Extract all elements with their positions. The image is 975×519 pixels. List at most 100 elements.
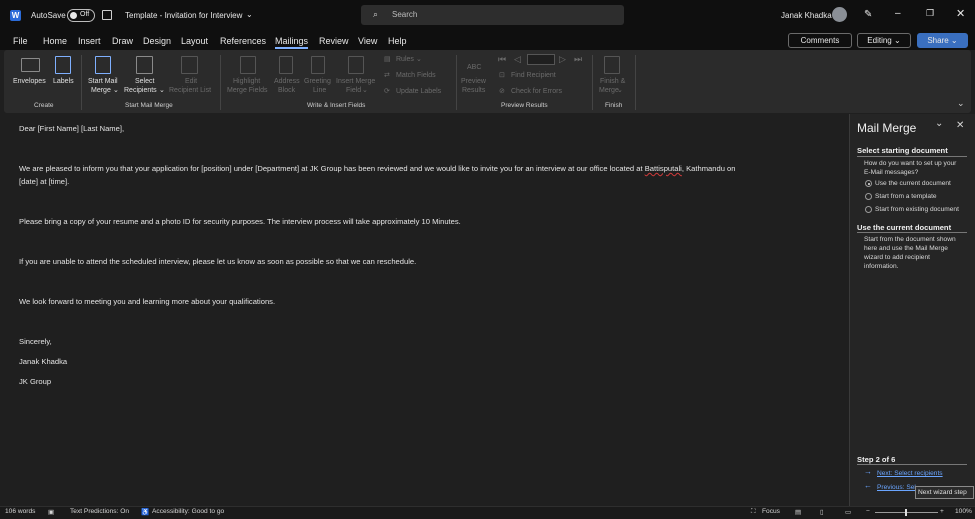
update-labels-button[interactable]: Update Labels (396, 88, 441, 95)
start-mail-merge-chevron-icon: ⌄ (113, 87, 119, 94)
previous-arrow-icon: ← (864, 481, 872, 490)
web-layout-icon[interactable]: ▭ (845, 508, 851, 516)
record-number-input[interactable] (527, 54, 555, 65)
heading-underline (857, 464, 967, 465)
address-block-button[interactable]: Address (274, 77, 300, 86)
misspelled-word[interactable]: Battisputali (645, 164, 682, 173)
edit-recipient-list-button[interactable]: Edit (185, 77, 197, 86)
zoom-in-icon[interactable]: + (940, 508, 944, 515)
editing-button[interactable]: Editing ⌄ (857, 33, 911, 48)
start-mail-merge-button-line2: Merge (91, 87, 111, 94)
paragraph-reschedule[interactable]: If you are unable to attend the schedule… (19, 257, 416, 266)
insert-merge-field-chevron-icon: ⌄ (362, 87, 368, 94)
tab-help[interactable]: Help (388, 36, 407, 46)
tab-draw[interactable]: Draw (112, 36, 133, 46)
start-mail-merge-icon (95, 56, 111, 74)
restore-icon[interactable]: ❐ (926, 8, 934, 19)
save-icon[interactable] (102, 10, 112, 20)
next-step-link[interactable]: Next: Select recipients (877, 470, 943, 477)
start-mail-merge-button[interactable]: Start Mail (88, 77, 118, 86)
sign-off[interactable]: Sincerely, (19, 337, 52, 346)
zoom-slider-thumb[interactable] (905, 509, 907, 516)
highlight-merge-fields-button[interactable]: Highlight (233, 77, 260, 86)
previous-step-link[interactable]: Previous: Sel (877, 484, 916, 491)
invitation-text: We are pleased to inform you that your a… (19, 164, 645, 173)
zoom-level[interactable]: 100% (955, 508, 972, 515)
labels-button[interactable]: Labels (53, 77, 74, 86)
edit-recipient-list-icon (181, 56, 198, 74)
share-button[interactable]: Share ⌄ (917, 33, 968, 48)
zoom-out-icon[interactable]: − (866, 508, 870, 515)
select-recipients-button[interactable]: Select (135, 77, 154, 86)
paragraph-invitation-line2[interactable]: [date] at [time]. (19, 177, 69, 186)
tab-file[interactable]: File (13, 36, 28, 46)
print-layout-icon[interactable]: ▯ (820, 508, 824, 516)
paragraph-closing[interactable]: We look forward to meeting you and learn… (19, 297, 275, 306)
tab-layout[interactable]: Layout (181, 36, 208, 46)
next-arrow-icon: → (864, 467, 872, 476)
greeting-line-button[interactable]: Greeting (304, 77, 331, 86)
signature-company[interactable]: JK Group (19, 377, 51, 386)
option-start-template-label[interactable]: Start from a template (875, 193, 937, 200)
proofing-icon[interactable]: ▣ (48, 508, 54, 516)
user-name[interactable]: Janak Khadka (781, 11, 832, 20)
read-mode-icon[interactable]: ▤ (795, 508, 801, 516)
autosave-toggle[interactable]: Off (67, 9, 95, 22)
minimize-icon[interactable]: – (895, 8, 901, 19)
rules-button[interactable]: Rules (396, 56, 414, 63)
finish-merge-icon (604, 56, 620, 74)
first-record-icon[interactable]: ⏮ (498, 54, 506, 65)
setup-question-line2: E-Mail messages? (864, 169, 919, 176)
match-fields-button[interactable]: Match Fields (396, 72, 436, 79)
ribbon-collapse-chevron-icon[interactable]: ⌄ (957, 98, 965, 109)
word-count[interactable]: 106 words (5, 508, 35, 515)
pane-options-chevron-icon[interactable]: ⌄ (935, 118, 943, 129)
pane-close-icon[interactable]: ✕ (956, 120, 964, 131)
radio-start-template[interactable] (865, 193, 872, 200)
preview-results-button[interactable]: Preview (461, 77, 486, 86)
option-use-current-label[interactable]: Use the current document (875, 180, 951, 187)
salutation[interactable]: Dear [First Name] [Last Name], (19, 124, 124, 133)
highlight-merge-fields-icon (240, 56, 256, 74)
tab-home[interactable]: Home (43, 36, 67, 46)
last-record-icon[interactable]: ⏭ (574, 54, 582, 65)
tab-view[interactable]: View (358, 36, 377, 46)
close-icon[interactable]: ✕ (956, 7, 965, 20)
select-recipients-button-line2: Recipients (124, 87, 157, 94)
next-record-icon[interactable]: ▷ (559, 54, 566, 65)
toggle-knob (70, 12, 77, 19)
text-predictions[interactable]: Text Predictions: On (70, 508, 129, 515)
radio-existing-document[interactable] (865, 206, 872, 213)
rules-chevron-icon: ⌄ (416, 56, 422, 63)
search-box[interactable]: ⌕ Search (361, 5, 624, 25)
signature-name[interactable]: Janak Khadka (19, 357, 67, 366)
pen-icon[interactable]: ✎ (864, 9, 872, 20)
zoom-slider[interactable] (875, 509, 938, 516)
insert-merge-field-icon (348, 56, 364, 74)
paragraph-resume[interactable]: Please bring a copy of your resume and a… (19, 217, 461, 226)
insert-merge-field-button[interactable]: Insert Merge (336, 77, 375, 86)
previous-record-icon[interactable]: ◁ (514, 54, 521, 65)
comments-button[interactable]: Comments (788, 33, 852, 48)
tab-review[interactable]: Review (319, 36, 349, 46)
focus-button[interactable]: Focus (762, 508, 780, 515)
document-title[interactable]: Template - Invitation for Interview (125, 11, 242, 20)
title-chevron-down-icon[interactable]: ⌄ (246, 10, 253, 19)
tab-references[interactable]: References (220, 36, 266, 46)
radio-use-current[interactable] (865, 180, 872, 187)
editing-label: Editing (867, 36, 892, 45)
address-block-icon (279, 56, 293, 74)
option-existing-document-label[interactable]: Start from existing document (875, 206, 959, 213)
tab-mailings[interactable]: Mailings (275, 36, 309, 49)
find-recipient-button[interactable]: Find Recipient (511, 72, 556, 79)
tab-design[interactable]: Design (143, 36, 171, 46)
accessibility-status[interactable]: Accessibility: Good to go (152, 508, 224, 515)
avatar[interactable] (832, 7, 847, 22)
autosave-state: Off (80, 11, 90, 18)
envelopes-button[interactable]: Envelopes (13, 77, 46, 86)
finish-merge-button[interactable]: Finish & (600, 77, 625, 86)
check-for-errors-button[interactable]: Check for Errors (511, 88, 562, 95)
tab-insert[interactable]: Insert (78, 36, 101, 46)
paragraph-invitation[interactable]: We are pleased to inform you that your a… (19, 164, 736, 173)
description-line3: wizard to add recipient (864, 254, 930, 261)
